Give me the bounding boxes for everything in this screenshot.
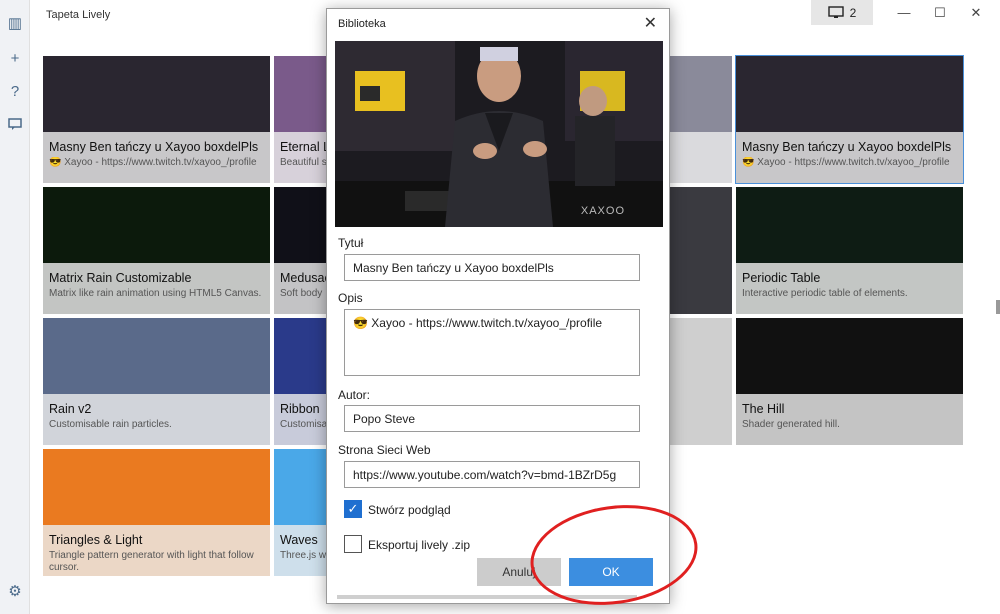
card-info: Matrix Rain Customizable Matrix like rain… (43, 263, 270, 314)
library-dialog: Biblioteka ✕ XAXOO Tytuł Masny Ben tańcz… (326, 8, 670, 604)
close-window-icon[interactable]: ✕ (960, 0, 992, 25)
card-description: Shader generated hill. (742, 419, 840, 430)
nav-rail: ▥ + ? ⚙ (0, 0, 30, 614)
card-info: Rain v2 Customisable rain particles. (43, 394, 270, 445)
wallpaper-card[interactable]: Triangles & Light Triangle pattern genera… (43, 449, 270, 576)
wallpaper-card[interactable]: The Hill Shader generated hill. (736, 318, 963, 445)
wallpaper-card[interactable]: Periodic Table Interactive periodic table… (736, 187, 963, 314)
card-info: Masny Ben tańczy u Xayoo boxdelPls 😎 Xayo… (43, 132, 270, 183)
website-label: Strona Sieci Web (338, 443, 431, 457)
monitor-icon (827, 6, 844, 18)
card-title: Triangles & Light (49, 533, 143, 547)
title-field[interactable]: Masny Ben tańczy u Xayoo boxdelPls (344, 254, 640, 281)
create-preview-label: Stwórz podgląd (368, 503, 451, 517)
settings-icon[interactable]: ⚙ (4, 580, 26, 602)
card-title: Matrix Rain Customizable (49, 271, 192, 285)
dialog-scrollbar[interactable] (337, 595, 637, 599)
card-title: Rain v2 (49, 402, 92, 416)
author-label: Autor: (338, 388, 371, 402)
screen-select-button[interactable]: 2 (811, 0, 873, 25)
card-description: 😎 Xayoo - https://www.twitch.tv/xayoo_/p… (49, 157, 257, 168)
card-description: Customisable rain particles. (49, 419, 172, 430)
maximize-icon[interactable]: ☐ (924, 0, 956, 25)
title-label: Tytuł (338, 236, 364, 250)
close-dialog-icon[interactable]: ✕ (644, 13, 657, 33)
card-description: 😎 Xayoo - https://www.twitch.tv/xayoo_/p… (742, 157, 950, 168)
minimize-icon[interactable]: — (888, 0, 920, 25)
library-icon[interactable]: ▥ (4, 12, 26, 34)
card-info: The Hill Shader generated hill. (736, 394, 963, 445)
wallpaper-card[interactable]: Rain v2 Customisable rain particles. (43, 318, 270, 445)
wallpaper-card[interactable]: Matrix Rain Customizable Matrix like rain… (43, 187, 270, 314)
card-description: Matrix like rain animation using HTML5 C… (49, 288, 262, 299)
card-title: Periodic Table (742, 271, 821, 285)
checkmark-icon: ✓ (347, 501, 359, 516)
wallpaper-card[interactable]: Masny Ben tańczy u Xayoo boxdelPls 😎 Xayo… (735, 55, 964, 184)
card-title: Masny Ben tańczy u Xayoo boxdelPls (742, 140, 952, 154)
preview-image: XAXOO (335, 41, 663, 227)
author-field[interactable]: Popo Steve (344, 405, 640, 432)
app-title: Tapeta Lively (46, 9, 111, 21)
ok-button[interactable]: OK (569, 558, 653, 586)
website-field[interactable]: https://www.youtube.com/watch?v=bmd-1BZr… (344, 461, 640, 488)
card-info: Triangles & Light Triangle pattern genera… (43, 525, 270, 576)
card-title: Masny Ben tańczy u Xayoo boxdelPls (49, 140, 259, 154)
description-label: Opis (338, 291, 363, 305)
export-zip-checkbox[interactable] (344, 535, 362, 553)
card-description: Interactive periodic table of elements. (742, 288, 908, 299)
card-title: The Hill (742, 402, 785, 416)
description-field[interactable]: 😎 Xayoo - https://www.twitch.tv/xayoo_/p… (344, 309, 640, 376)
add-icon[interactable]: + (4, 47, 26, 69)
cancel-button[interactable]: Anuluj (477, 558, 561, 586)
preview-watermark: XAXOO (580, 205, 625, 217)
help-icon[interactable]: ? (4, 80, 26, 102)
window-scrollbar[interactable] (996, 300, 1000, 314)
export-zip-label: Eksportuj lively .zip (368, 538, 471, 552)
dialog-title: Biblioteka (338, 18, 386, 30)
card-info: Periodic Table Interactive periodic table… (736, 263, 963, 314)
card-description: Triangle pattern generator with light th… (49, 550, 254, 573)
card-info: Masny Ben tańczy u Xayoo boxdelPls 😎 Xayo… (736, 132, 963, 183)
create-preview-checkbox[interactable]: ✓ (344, 500, 362, 518)
feedback-icon[interactable] (4, 113, 26, 135)
wallpaper-card[interactable]: Masny Ben tańczy u Xayoo boxdelPls 😎 Xayo… (43, 56, 270, 183)
screen-count: 2 (849, 5, 857, 20)
